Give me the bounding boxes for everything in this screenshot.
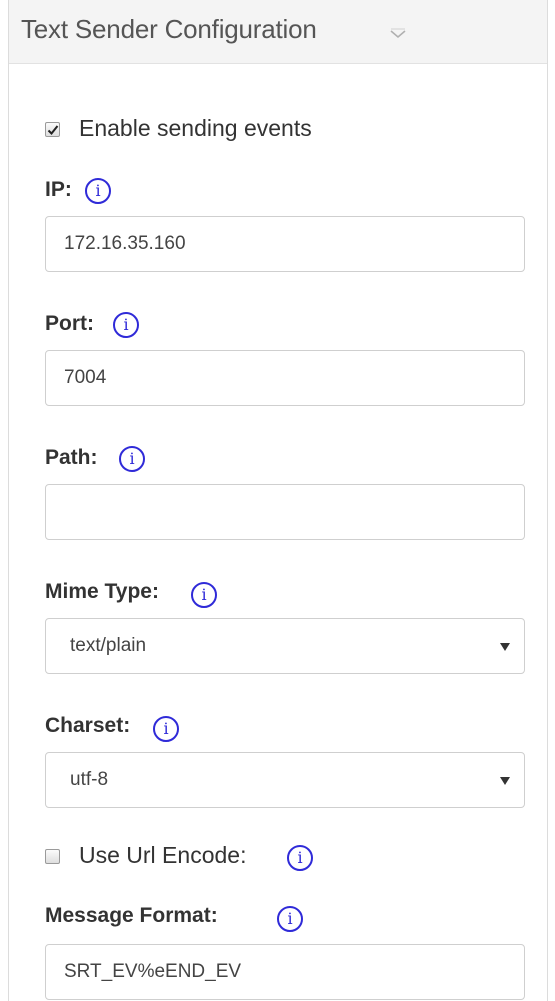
path-info-icon[interactable]: i — [119, 446, 145, 472]
message-format-label: Message Format: — [45, 904, 218, 927]
ip-input[interactable] — [45, 216, 525, 272]
mime-type-label: Mime Type: — [45, 580, 159, 603]
dropdown-arrow-icon — [500, 777, 510, 785]
charset-selected-value: utf-8 — [70, 769, 109, 790]
charset-label: Charset: — [45, 714, 131, 737]
dropdown-arrow-icon — [500, 643, 510, 651]
text-sender-configuration-panel: Text Sender Configuration Enable sending… — [8, 0, 548, 1001]
port-input[interactable] — [45, 350, 525, 406]
charset-info-icon[interactable]: i — [153, 716, 179, 742]
path-input[interactable] — [45, 484, 525, 540]
path-label: Path: — [45, 446, 98, 469]
message-format-input[interactable] — [45, 944, 525, 1000]
message-format-info-icon[interactable]: i — [277, 906, 303, 932]
use-url-encode-checkbox[interactable] — [45, 849, 60, 864]
panel-header[interactable]: Text Sender Configuration — [9, 0, 547, 64]
ip-info-icon[interactable]: i — [85, 178, 111, 204]
use-url-encode-info-icon[interactable]: i — [287, 845, 313, 871]
chevron-down-icon[interactable] — [389, 27, 407, 39]
checkmark-icon — [47, 125, 59, 135]
ip-label: IP: — [45, 178, 72, 201]
port-label: Port: — [45, 312, 94, 335]
panel-title: Text Sender Configuration — [21, 14, 317, 44]
mime-type-select[interactable]: text/plain — [45, 618, 525, 674]
port-info-icon[interactable]: i — [113, 312, 139, 338]
enable-sending-label[interactable]: Enable sending events — [79, 115, 312, 142]
enable-sending-checkbox[interactable] — [45, 122, 60, 137]
use-url-encode-label[interactable]: Use Url Encode: — [79, 842, 246, 869]
mime-type-selected-value: text/plain — [70, 635, 147, 656]
charset-select[interactable]: utf-8 — [45, 752, 525, 808]
mime-type-info-icon[interactable]: i — [191, 582, 217, 608]
